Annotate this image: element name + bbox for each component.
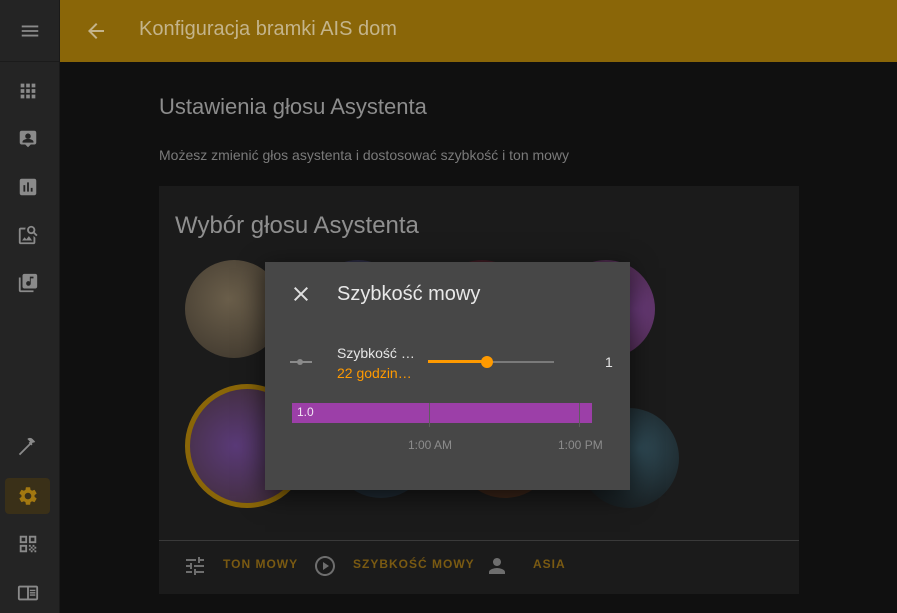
speed-slider[interactable]: [428, 352, 554, 372]
slider-entity-icon: [290, 359, 312, 365]
entity-last-changed: 22 godzin(y) temu: [337, 365, 415, 381]
apps-icon: [20, 83, 35, 99]
slider-fill: [428, 360, 487, 363]
menu-button[interactable]: [0, 0, 59, 62]
speed-button[interactable]: SZYBKOŚĆ MOWY: [353, 557, 475, 571]
history-timeline-bar[interactable]: [292, 403, 592, 423]
hammer-icon: [18, 437, 35, 456]
timeline-tick: 1:00 PM: [558, 438, 603, 452]
sidebar: [0, 0, 60, 613]
gear-icon: [18, 487, 37, 505]
timeline-gridline: [429, 403, 430, 427]
speed-dialog: Szybkość mowy Szybkość mowy 22 godzin(y)…: [265, 262, 630, 490]
section-title: Ustawienia głosu Asystenta: [159, 94, 427, 119]
close-icon[interactable]: [289, 282, 313, 306]
slider-thumb[interactable]: [481, 356, 493, 368]
entity-name: Szybkość mowy: [337, 345, 415, 361]
play-speed-icon: [315, 556, 335, 576]
sidebar-item-account[interactable]: [5, 121, 50, 157]
account-box-icon: [19, 130, 36, 148]
card-actions: TON MOWY SZYBKOŚĆ MOWY ASIA: [159, 540, 799, 594]
dialog-title: Szybkość mowy: [337, 283, 481, 305]
timeline-tick: 1:00 AM: [408, 438, 453, 452]
chart-icon: [19, 178, 36, 196]
timeline-gridline: [579, 403, 580, 427]
menu-icon: [21, 25, 38, 36]
sidebar-item-music[interactable]: [5, 265, 50, 301]
section-description: Możesz zmienić głos asystenta i dostosow…: [159, 147, 570, 163]
sidebar-item-developer-tools[interactable]: [5, 429, 50, 465]
sidebar-item-history[interactable]: [5, 169, 50, 205]
sidebar-item-book[interactable]: [5, 575, 50, 611]
book-icon: [17, 585, 38, 601]
person-icon: [489, 558, 505, 574]
sidebar-item-settings[interactable]: [5, 478, 50, 514]
sidebar-item-qr[interactable]: [5, 526, 50, 562]
image-search-icon: [18, 225, 38, 245]
sidebar-item-apps[interactable]: [5, 73, 50, 109]
entity-value: 1: [605, 354, 613, 370]
page-header-title: Konfiguracja bramki AIS dom: [139, 18, 397, 40]
voice-name-button[interactable]: ASIA: [533, 557, 566, 571]
tune-icon: [186, 557, 204, 575]
library-music-icon: [18, 273, 37, 293]
tone-button[interactable]: TON MOWY: [223, 557, 298, 571]
sidebar-item-gallery[interactable]: [5, 217, 50, 253]
app-header: Konfiguracja bramki AIS dom: [60, 0, 897, 62]
qr-code-icon: [19, 535, 36, 553]
back-arrow-icon[interactable]: [84, 19, 108, 43]
card-title: Wybór głosu Asystenta: [175, 212, 419, 239]
timeline-value-label: 1.0: [297, 405, 314, 419]
